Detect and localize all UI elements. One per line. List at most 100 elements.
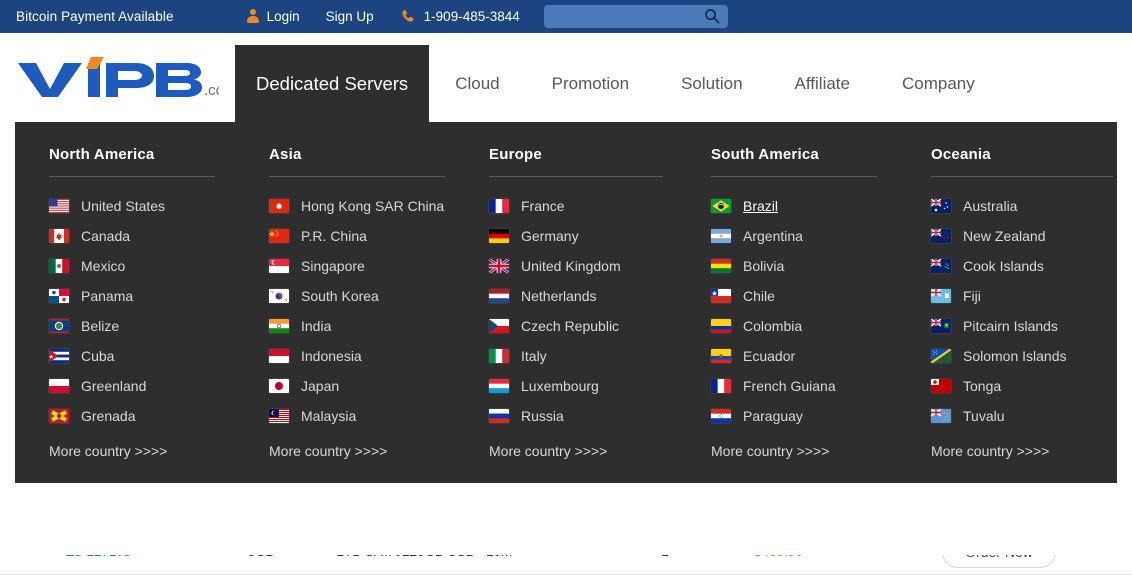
nav-label: Promotion — [551, 73, 630, 93]
nav-item-affiliate[interactable]: Affiliate — [769, 45, 876, 122]
country-link-sg[interactable]: Singapore — [269, 251, 455, 281]
cell-ip: 1 — [661, 498, 669, 513]
flag-icon-it — [489, 349, 509, 363]
country-link-cl[interactable]: Chile — [711, 281, 897, 311]
country-link-nz[interactable]: New Zealand — [931, 221, 1117, 251]
country-link-sb[interactable]: Solomon Islands — [931, 341, 1117, 371]
topbar-actions: Login Sign Up 1-909-485-3844 — [246, 5, 728, 28]
country-name: French Guiana — [743, 378, 836, 394]
search-input[interactable] — [543, 5, 728, 28]
nav-item-company[interactable]: Company — [876, 45, 1001, 122]
mega-column-title: North America — [49, 146, 155, 163]
phone-link[interactable]: 1-909-485-3844 — [400, 9, 520, 25]
country-link-cz[interactable]: Czech Republic — [489, 311, 677, 341]
nav-items: Dedicated Servers Cloud Promotion Soluti… — [235, 33, 1132, 122]
search-box[interactable] — [543, 5, 728, 28]
country-link-kr[interactable]: South Korea — [269, 281, 455, 311]
order-now-button[interactable]: Order Now — [942, 535, 1056, 568]
country-link-ar[interactable]: Argentina — [711, 221, 897, 251]
order-now-button[interactable]: Order Now — [942, 489, 1056, 522]
search-icon[interactable] — [704, 8, 720, 24]
country-name: Cuba — [81, 348, 115, 364]
country-name: Solomon Islands — [963, 348, 1067, 364]
country-link-us[interactable]: United States — [49, 191, 235, 221]
country-link-nl[interactable]: Netherlands — [489, 281, 677, 311]
country-link-hk[interactable]: Hong Kong SAR China — [269, 191, 455, 221]
mega-column-north-america: North America United States Canada Mexico Pa… — [15, 146, 235, 483]
nav-item-solution[interactable]: Solution — [655, 45, 768, 122]
more-country-link[interactable]: More country >>>> — [931, 443, 1049, 459]
cell-cpu[interactable]: E3-1271v3 — [0, 544, 196, 559]
more-country-link[interactable]: More country >>>> — [269, 443, 387, 459]
nav-item-promotion[interactable]: Promotion — [526, 45, 655, 122]
country-link-py[interactable]: Paraguay — [711, 401, 897, 431]
mega-column-asia: Asia Hong Kong SAR China P.R. China Singapo… — [235, 146, 455, 483]
column-divider — [269, 176, 445, 177]
country-name: Pitcairn Islands — [963, 318, 1058, 334]
country-link-bo[interactable]: Bolivia — [711, 251, 897, 281]
country-link-lu[interactable]: Luxembourg — [489, 371, 677, 401]
locations-mega-menu: North America United States Canada Mexico Pa… — [15, 122, 1117, 483]
column-divider — [711, 176, 877, 177]
country-link-it[interactable]: Italy — [489, 341, 677, 371]
nav-label: Company — [901, 73, 975, 93]
more-country-link[interactable]: More country >>>> — [711, 443, 829, 459]
site-logo[interactable]: .com — [0, 33, 235, 122]
country-link-tv[interactable]: Tuvalu — [931, 401, 1117, 431]
country-link-co[interactable]: Colombia — [711, 311, 897, 341]
country-link-gb[interactable]: United Kingdom — [489, 251, 677, 281]
nav-item-cloud[interactable]: Cloud — [429, 45, 525, 122]
country-name: Hong Kong SAR China — [301, 198, 445, 214]
country-link-to[interactable]: Tonga — [931, 371, 1117, 401]
login-link[interactable]: Login — [246, 9, 300, 24]
signup-link[interactable]: Sign Up — [326, 9, 374, 24]
more-country-link[interactable]: More country >>>> — [489, 443, 607, 459]
country-link-au[interactable]: Australia — [931, 191, 1117, 221]
country-name: France — [521, 198, 565, 214]
country-name: Italy — [521, 348, 547, 364]
cell-ip: 1 — [661, 544, 669, 559]
country-link-pa[interactable]: Panama — [49, 281, 235, 311]
country-link-my[interactable]: Malaysia — [269, 401, 455, 431]
country-link-bz[interactable]: Belize — [49, 311, 235, 341]
country-link-ec[interactable]: Ecuador — [711, 341, 897, 371]
country-link-cn[interactable]: P.R. China — [269, 221, 455, 251]
more-country-link[interactable]: More country >>>> — [49, 443, 167, 459]
flag-icon-de — [489, 229, 509, 243]
country-link-jp[interactable]: Japan — [269, 371, 455, 401]
cell-cpu[interactable]: E3-1231v3 — [0, 498, 196, 513]
country-name: Russia — [521, 408, 564, 424]
country-name: Fiji — [963, 288, 981, 304]
country-link-gf[interactable]: French Guiana — [711, 371, 897, 401]
cell-ram: 8GB — [247, 544, 275, 559]
country-link-cu[interactable]: Cuba — [49, 341, 235, 371]
country-link-de[interactable]: Germany — [489, 221, 677, 251]
country-link-gd[interactable]: Grenada — [49, 401, 235, 431]
country-name: Belize — [81, 318, 120, 334]
login-label: Login — [266, 9, 300, 24]
country-link-fj[interactable]: Fiji — [931, 281, 1117, 311]
flag-icon-ec — [711, 349, 731, 363]
nav-label: Affiliate — [794, 73, 850, 93]
flag-icon-to — [931, 379, 951, 393]
promo-text: Bitcoin Payment Available — [16, 9, 174, 24]
nav-item-dedicated-servers[interactable]: Dedicated Servers — [235, 45, 430, 122]
country-name: Japan — [301, 378, 340, 394]
country-link-pn[interactable]: Pitcairn Islands — [931, 311, 1117, 341]
mega-column-title: Oceania — [931, 146, 991, 163]
country-link-gl[interactable]: Greenland — [49, 371, 235, 401]
country-link-in[interactable]: India — [269, 311, 455, 341]
mega-column-title: Asia — [269, 146, 302, 163]
country-link-fr[interactable]: France — [489, 191, 677, 221]
flag-icon-kr — [269, 289, 289, 303]
country-link-ru[interactable]: Russia — [489, 401, 677, 431]
flag-icon-co — [711, 319, 731, 333]
country-link-br[interactable]: Brazil — [711, 191, 897, 221]
cell-price: $458.96 — [754, 544, 803, 559]
country-link-mx[interactable]: Mexico — [49, 251, 235, 281]
country-name: Ecuador — [743, 348, 796, 364]
country-link-ck[interactable]: Cook Islands — [931, 251, 1117, 281]
flag-icon-fr — [489, 199, 509, 213]
country-link-id[interactable]: Indonesia — [269, 341, 455, 371]
country-link-ca[interactable]: Canada — [49, 221, 235, 251]
